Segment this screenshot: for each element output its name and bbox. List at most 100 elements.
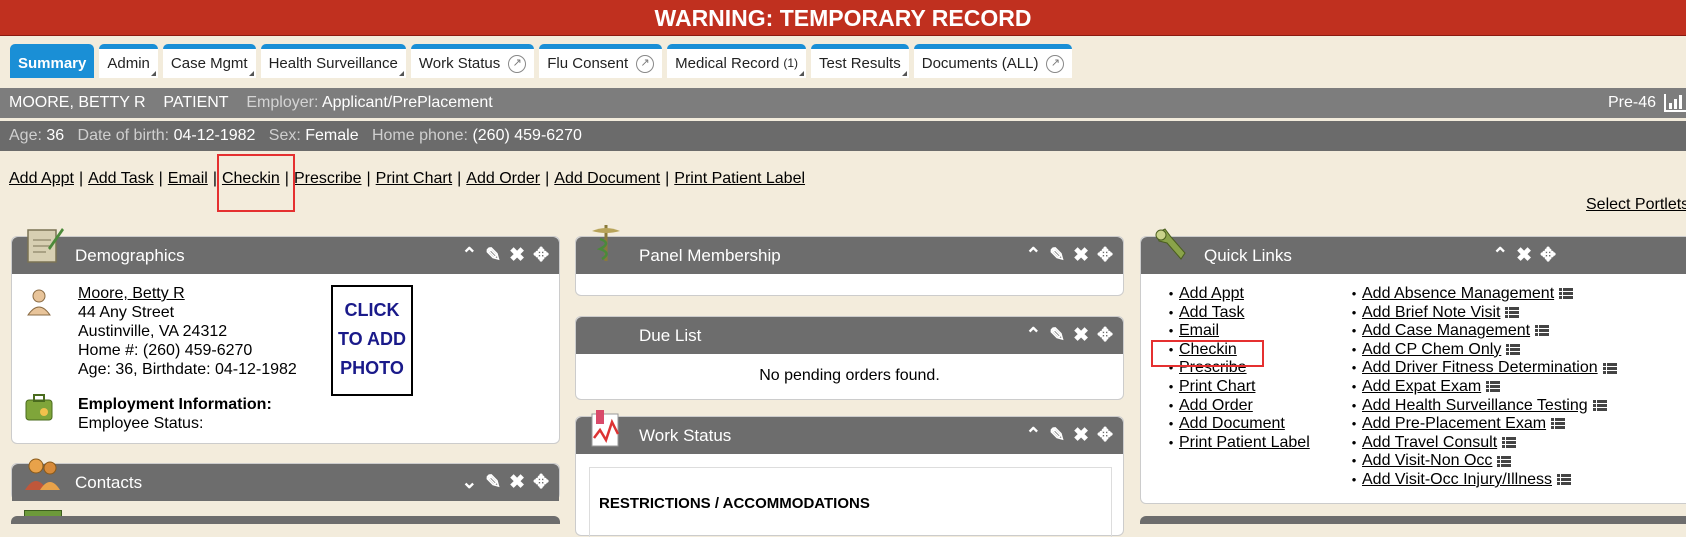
move-icon[interactable]: ✥ [533, 464, 549, 501]
medical-chart-icon [591, 410, 620, 447]
tab-admin[interactable]: Admin [99, 44, 158, 78]
edit-icon[interactable]: ✎ [485, 464, 501, 501]
corner-arrow-icon [248, 71, 254, 76]
wrench-icon [1155, 228, 1186, 260]
move-icon[interactable]: ✥ [533, 237, 549, 274]
tab-health-surveillance[interactable]: Health Surveillance [260, 44, 406, 78]
list-item: Add Absence Management [1346, 285, 1617, 304]
list-icon[interactable] [1602, 362, 1617, 374]
ql-add-visit-occ-injury-link[interactable]: Add Visit-Occ Injury/Illness [1362, 471, 1552, 488]
move-icon[interactable]: ✥ [1540, 237, 1556, 274]
ql-email-link[interactable]: Email [1179, 322, 1219, 339]
ql-add-order-link[interactable]: Add Order [1179, 397, 1253, 414]
list-icon[interactable] [1557, 474, 1571, 486]
add-appt-link[interactable]: Add Appt [9, 170, 74, 187]
list-icon[interactable] [1506, 344, 1521, 356]
work-status-content: RESTRICTIONS / ACCOMMODATIONS [589, 467, 1112, 537]
ql-add-document-link[interactable]: Add Document [1179, 415, 1285, 432]
list-icon[interactable] [1551, 418, 1566, 430]
collapse-icon[interactable]: ⌃ [461, 237, 477, 274]
add-task-link[interactable]: Add Task [88, 170, 154, 187]
edit-icon[interactable]: ✎ [1049, 237, 1065, 274]
close-icon[interactable]: ✖ [1073, 237, 1089, 274]
tab-case-mgmt[interactable]: Case Mgmt [162, 44, 256, 78]
close-icon[interactable]: ✖ [1073, 317, 1089, 354]
list-icon[interactable] [1559, 288, 1574, 300]
add-photo-button[interactable]: CLICK TO ADD PHOTO [331, 285, 413, 396]
list-item: Add Visit-Non Occ [1346, 452, 1617, 471]
tab-medical-record[interactable]: Medical Record (1) [667, 44, 807, 78]
portlet-header: Work Status ⌃ ✎ ✖ ✥ [576, 417, 1123, 454]
ql-add-absence-management-link[interactable]: Add Absence Management [1362, 285, 1554, 302]
portlet-title: Due List [639, 326, 702, 345]
add-document-link[interactable]: Add Document [554, 170, 660, 187]
close-icon[interactable]: ✖ [509, 237, 525, 274]
ql-add-travel-consult-link[interactable]: Add Travel Consult [1362, 434, 1497, 451]
list-item: Add Pre-Placement Exam [1346, 415, 1617, 434]
list-icon[interactable] [1497, 455, 1512, 467]
print-patient-label-link[interactable]: Print Patient Label [674, 170, 805, 187]
patient-name-link[interactable]: Moore, Betty R [78, 285, 185, 302]
expand-icon[interactable]: ⌄ [461, 464, 477, 501]
add-order-link[interactable]: Add Order [466, 170, 540, 187]
caduceus-icon [592, 225, 620, 261]
portlet-header: Quick Links ⌃ ✖ ✥ [1141, 237, 1686, 274]
age-value: 36 [46, 127, 65, 144]
external-link-icon[interactable]: ↗ [1046, 54, 1065, 73]
print-chart-link[interactable]: Print Chart [376, 170, 452, 187]
collapse-icon[interactable]: ⌃ [1492, 237, 1508, 274]
list-item: Add Expat Exam [1346, 378, 1617, 397]
close-icon[interactable]: ✖ [1516, 237, 1532, 274]
edit-icon[interactable]: ✎ [1049, 317, 1065, 354]
move-icon[interactable]: ✥ [1097, 317, 1113, 354]
clipboard-icon [27, 228, 64, 263]
collapse-icon[interactable]: ⌃ [1025, 237, 1041, 274]
list-icon[interactable] [1502, 437, 1517, 449]
tab-flu-consent[interactable]: Flu Consent ↗ [539, 44, 663, 78]
tab-bar: Summary Admin Case Mgmt Health Surveilla… [10, 44, 1073, 78]
ql-add-cp-chem-only-link[interactable]: Add CP Chem Only [1362, 341, 1501, 358]
bar-chart-icon[interactable] [1664, 94, 1686, 112]
tab-label: Medical Record [675, 55, 780, 72]
ql-add-visit-non-occ-link[interactable]: Add Visit-Non Occ [1362, 452, 1492, 469]
ql-print-patient-label-link[interactable]: Print Patient Label [1179, 434, 1310, 451]
contacts-portlet: Contacts ⌄ ✎ ✖ ✥ [11, 458, 560, 501]
ql-add-driver-fitness-link[interactable]: Add Driver Fitness Determination [1362, 359, 1598, 376]
select-portlets-link[interactable]: Select Portlets [1586, 196, 1686, 214]
list-item: Add Order [1163, 397, 1310, 416]
collapse-icon[interactable]: ⌃ [1025, 317, 1041, 354]
ql-add-task-link[interactable]: Add Task [1179, 304, 1245, 321]
edit-icon[interactable]: ✎ [485, 237, 501, 274]
close-icon[interactable]: ✖ [509, 464, 525, 501]
tab-work-status[interactable]: Work Status ↗ [410, 44, 535, 78]
external-link-icon[interactable]: ↗ [636, 54, 655, 73]
close-icon[interactable]: ✖ [1073, 417, 1089, 454]
ql-add-case-management-link[interactable]: Add Case Management [1362, 322, 1530, 339]
move-icon[interactable]: ✥ [1097, 417, 1113, 454]
employee-status: Employee Status: [78, 415, 204, 432]
email-link[interactable]: Email [168, 170, 208, 187]
dob-label: Date of birth: [77, 127, 170, 144]
prescribe-link[interactable]: Prescribe [294, 170, 362, 187]
tab-label: Flu Consent [547, 55, 629, 72]
ql-add-appt-link[interactable]: Add Appt [1179, 285, 1244, 302]
list-icon[interactable] [1592, 399, 1607, 411]
age-birthdate: Age: 36, Birthdate: 04-12-1982 [78, 361, 297, 378]
list-icon[interactable] [1505, 306, 1520, 318]
tab-test-results[interactable]: Test Results [811, 44, 909, 78]
ql-add-expat-exam-link[interactable]: Add Expat Exam [1362, 378, 1481, 395]
collapse-icon[interactable]: ⌃ [1025, 417, 1041, 454]
move-icon[interactable]: ✥ [1097, 237, 1113, 274]
tab-summary[interactable]: Summary [10, 44, 95, 78]
tab-documents-all[interactable]: Documents (ALL) ↗ [913, 44, 1073, 78]
ql-print-chart-link[interactable]: Print Chart [1179, 378, 1255, 395]
list-item: Add Driver Fitness Determination [1346, 359, 1617, 378]
ql-add-brief-note-visit-link[interactable]: Add Brief Note Visit [1362, 304, 1500, 321]
ql-add-health-surveillance-link[interactable]: Add Health Surveillance Testing [1362, 397, 1588, 414]
edit-icon[interactable]: ✎ [1049, 417, 1065, 454]
external-link-icon[interactable]: ↗ [508, 54, 527, 73]
ql-add-pre-placement-link[interactable]: Add Pre-Placement Exam [1362, 415, 1546, 432]
list-icon[interactable] [1486, 381, 1501, 393]
list-icon[interactable] [1535, 325, 1550, 337]
demographics-portlet: Demographics ⌃ ✎ ✖ ✥ Moore, Betty R 44 A… [11, 228, 560, 444]
